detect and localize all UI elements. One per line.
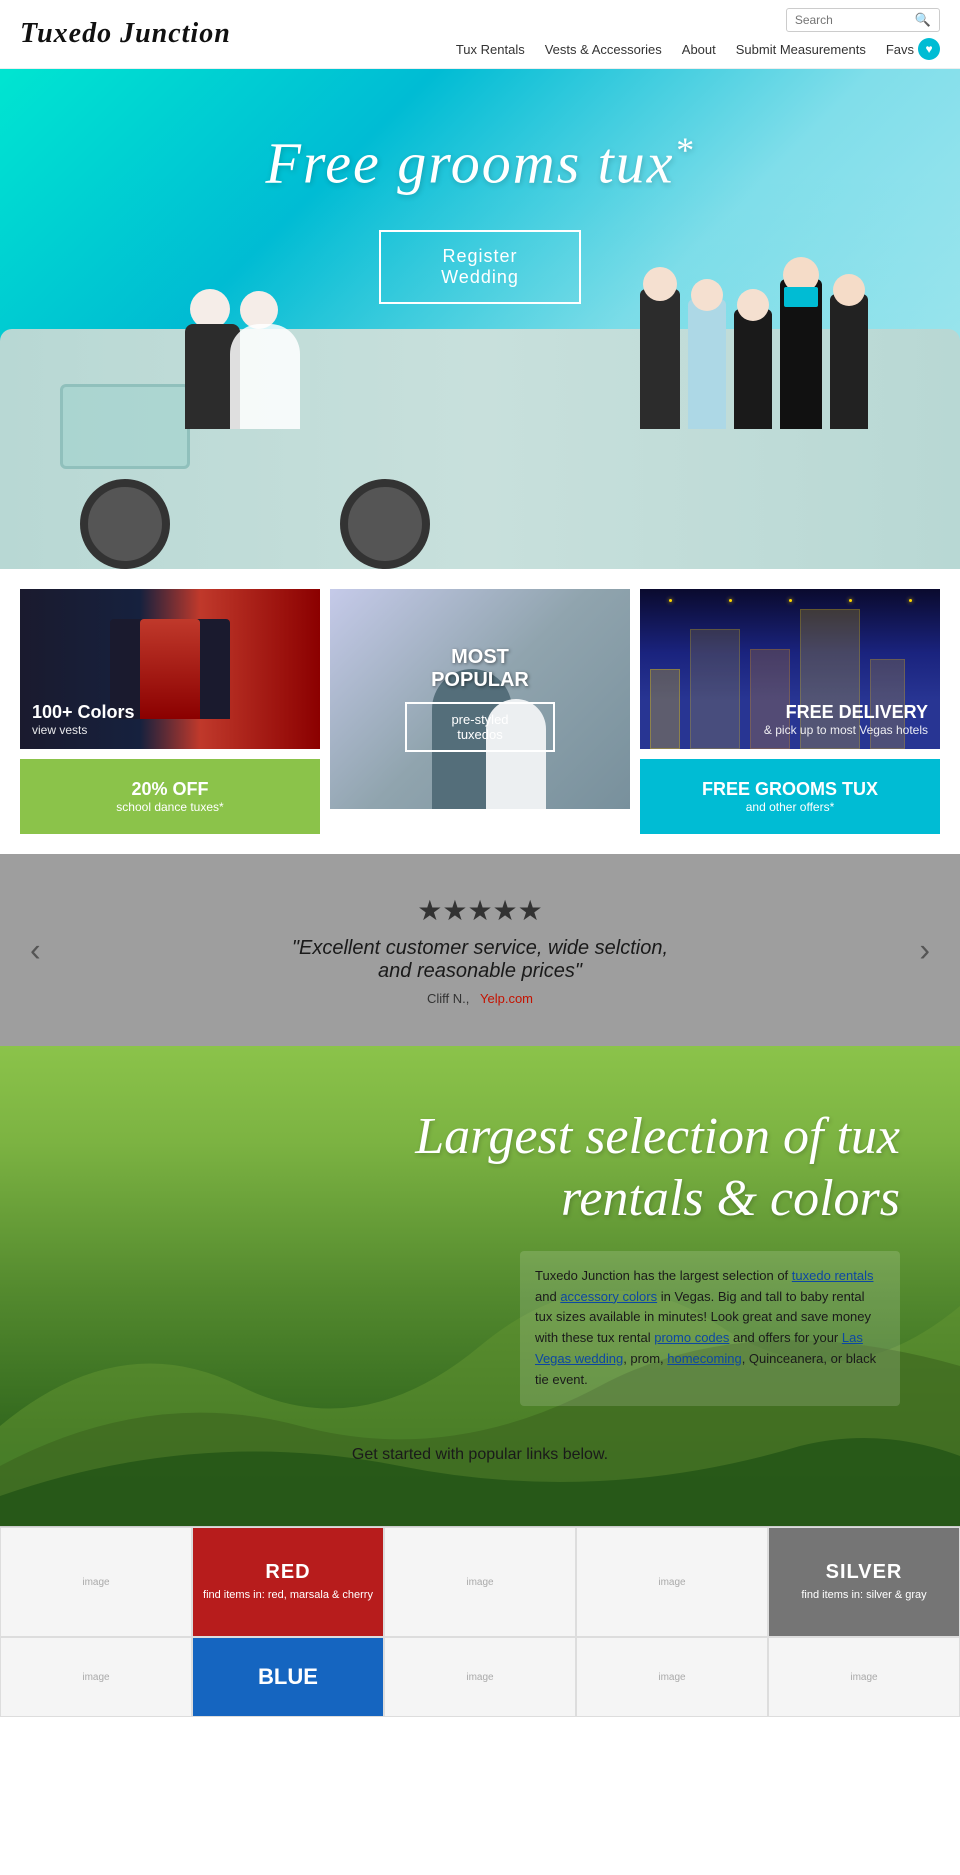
heart-icon: ♥ [918,38,940,60]
vests-overlay: 100+ Colors view vests [20,690,320,749]
site-logo[interactable]: Tuxedo Junction [20,18,231,50]
couple-image[interactable]: MOST POPULAR pre-styled tuxedos [330,589,630,809]
color-cell2-image-3[interactable]: image [576,1637,768,1717]
color-cell-red[interactable]: RED find items in: red, marsala & cherry [192,1527,384,1637]
search-bar[interactable]: 🔍 [786,8,940,32]
testimonial-quote: "Excellent customer service, wide selcti… [60,937,900,983]
color-cell-image-2[interactable]: image [384,1527,576,1637]
school-dance-button[interactable]: 20% OFF school dance tuxes* [20,759,320,834]
wheel-2 [340,479,430,569]
main-nav: Tux Rentals Vests & Accessories About Su… [456,38,940,60]
van-window [60,384,190,469]
testimonial-attribution: Cliff N., Yelp.com [60,991,900,1006]
testimonial-prev-button[interactable]: ‹ [20,922,51,979]
vests-image[interactable]: 100+ Colors view vests [20,589,320,749]
promo-col-2: MOST POPULAR pre-styled tuxedos [330,589,630,834]
hills-content-area: Largest selection of tuxrentals & colors… [40,1106,920,1406]
color-cell2-image-4[interactable]: image [768,1637,960,1717]
light-5 [909,599,912,602]
homecoming-link[interactable]: homecoming [667,1351,741,1366]
star-rating: ★★★★★ [60,894,900,927]
testimonial-next-button[interactable]: › [909,922,940,979]
site-header: Tuxedo Junction 🔍 Tux Rentals Vests & Ac… [0,0,960,69]
hero-banner: Free grooms tux* RegisterWedding [0,69,960,569]
hills-footer: Get started with popular links below. [40,1446,920,1464]
color-cell-silver[interactable]: SILVER find items in: silver & gray [768,1527,960,1637]
lasvegas-image[interactable]: FREE DELIVERY & pick up to most Vegas ho… [640,589,940,749]
yelp-source: Yelp.com [480,991,533,1006]
testimonial-section: ‹ ★★★★★ "Excellent customer service, wid… [0,854,960,1046]
hills-body-text: Tuxedo Junction has the largest selectio… [520,1251,900,1406]
color-cell2-image-2[interactable]: image [384,1637,576,1717]
search-icon: 🔍 [915,12,931,28]
color-grid-row2: image BLUE image image image [0,1637,960,1717]
color-cell-blue[interactable]: BLUE [192,1637,384,1717]
wheel-1 [80,479,170,569]
promo-codes-link[interactable]: promo codes [654,1330,729,1345]
hero-text-area: Free grooms tux* RegisterWedding [0,129,960,304]
nav-vests-accessories[interactable]: Vests & Accessories [545,42,662,57]
color-cell2-image-1[interactable]: image [0,1637,192,1717]
asterisk: * [675,130,695,170]
search-input[interactable] [795,13,915,27]
light-1 [669,599,672,602]
tuxedo-rentals-link[interactable]: tuxedo rentals [792,1268,874,1283]
free-grooms-tux-button[interactable]: FREE GROOMS TUX and other offers* [640,759,940,834]
light-3 [789,599,792,602]
hills-headline: Largest selection of tuxrentals & colors [40,1106,900,1231]
hero-headline: Free grooms tux* [0,129,960,196]
hills-section: Largest selection of tuxrentals & colors… [0,1046,960,1526]
bride-body [230,324,300,429]
city-lights [640,599,940,602]
promo-section: 100+ Colors view vests 20% OFF school da… [0,569,960,854]
light-2 [729,599,732,602]
accessory-colors-link[interactable]: accessory colors [560,1289,657,1304]
register-wedding-button[interactable]: RegisterWedding [379,230,581,304]
promo-col-3: FREE DELIVERY & pick up to most Vegas ho… [640,589,940,834]
nav-about[interactable]: About [682,42,716,57]
delivery-overlay: FREE DELIVERY & pick up to most Vegas ho… [640,690,940,749]
nav-tux-rentals[interactable]: Tux Rentals [456,42,525,57]
nav-search-area: 🔍 Tux Rentals Vests & Accessories About … [456,8,940,60]
color-cell-image-1[interactable]: image [0,1527,192,1637]
color-cell-image-3[interactable]: image [576,1527,768,1637]
pre-styled-button[interactable]: pre-styled tuxedos [405,702,555,752]
most-popular-overlay: MOST POPULAR pre-styled tuxedos [405,646,555,752]
nav-submit-measurements[interactable]: Submit Measurements [736,42,866,57]
nav-favs[interactable]: Favs ♥ [886,38,940,60]
light-4 [849,599,852,602]
color-grid-row1: image RED find items in: red, marsala & … [0,1526,960,1637]
promo-col-1: 100+ Colors view vests 20% OFF school da… [20,589,320,834]
